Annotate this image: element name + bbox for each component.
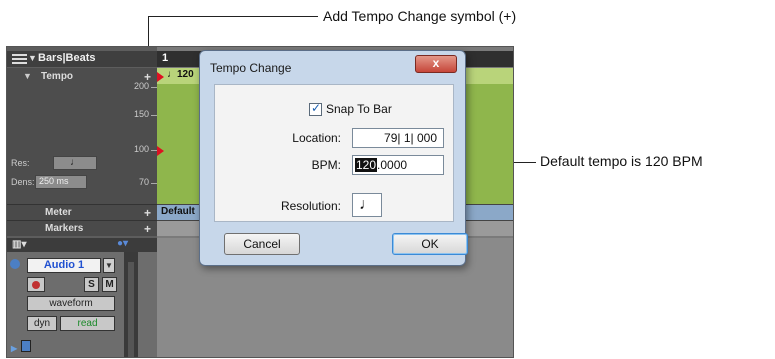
dialog-body: ✓ Snap To Bar Location: 79| 1| 000 BPM: … [214, 84, 454, 222]
tracks-menu-icon[interactable]: ▥▾ [12, 239, 26, 250]
ruler-menu-icon[interactable] [12, 54, 27, 64]
checkmark-icon: ✓ [311, 101, 322, 115]
resolution-note-button[interactable]: ♩ [352, 193, 382, 217]
add-marker-button[interactable]: + [144, 222, 151, 236]
dyn-button[interactable]: dyn [27, 316, 57, 331]
tempo-tick-100: 100 [133, 144, 149, 154]
snap-to-bar-label: Snap To Bar [326, 102, 392, 116]
default-tempo-callout-label: Default tempo is 120 BPM [540, 153, 703, 169]
res-label: Res: [11, 158, 30, 168]
add-tempo-callout-label: Add Tempo Change symbol (+) [323, 8, 517, 24]
bpm-selected-text: 120 [355, 158, 378, 172]
ruler-header: ▼ Bars|Beats [7, 51, 157, 67]
tempo-marker[interactable]: ♩120 [167, 69, 194, 80]
tempo-tick-70: 70 [138, 177, 149, 187]
tempo-ruler-header: ▼ Tempo + 200 150 100 70 Res: ♩ Dens: 25… [7, 68, 157, 204]
tempo-change-dialog: Tempo Change x ✓ Snap To Bar Location: 7… [199, 50, 468, 266]
meter-label: Meter [45, 207, 72, 218]
resolution-label: Resolution: [280, 199, 341, 213]
bpm-label: BPM: [311, 158, 341, 172]
bar-number: 1 [162, 52, 169, 64]
meter-ruler-header: Meter + [7, 204, 157, 220]
tempo-expand-icon[interactable]: ▼ [23, 71, 32, 81]
track-collapse-icon[interactable] [10, 259, 20, 269]
left-panel: ▼ Bars|Beats ▼ Tempo + 200 150 100 70 Re… [7, 47, 157, 357]
tempo-tick-200: 200 [133, 81, 149, 91]
input-monitor-icon[interactable] [21, 340, 31, 352]
add-tempo-callout-line-h [148, 16, 318, 17]
audio-track: Audio 1 ▼ S M waveform dyn read ▶ [7, 252, 157, 357]
record-enable-button[interactable] [27, 277, 45, 292]
clock-icon[interactable]: ●▾ [117, 238, 128, 249]
markers-ruler-header: Markers + [7, 220, 157, 236]
track-name-button[interactable]: Audio 1 [27, 258, 101, 273]
resolution-selector[interactable]: ♩ [53, 156, 97, 170]
markers-label: Markers [45, 223, 84, 234]
track-view-selector[interactable]: waveform [27, 296, 115, 311]
snap-to-bar-checkbox[interactable]: ✓ [309, 101, 322, 116]
insertion-marker-icon [157, 72, 164, 82]
ruler-label: Bars|Beats [38, 52, 96, 64]
ok-button[interactable]: OK [392, 233, 468, 255]
mute-button[interactable]: M [102, 277, 117, 292]
location-field[interactable]: 79| 1| 000 [352, 128, 444, 148]
tracks-header: ▥▾ ●▾ [7, 238, 157, 252]
tempo-tick-150: 150 [133, 109, 149, 119]
tempo-label: Tempo [41, 71, 74, 82]
bpm-decimal-text: .0000 [377, 158, 408, 172]
dialog-title: Tempo Change [210, 61, 292, 75]
close-button[interactable]: x [415, 55, 457, 73]
bpm-field[interactable]: 120.0000 [352, 155, 444, 175]
automation-mode-selector[interactable]: read [60, 316, 115, 331]
location-label: Location: [292, 131, 341, 145]
track-expand-icon[interactable]: ▶ [11, 344, 17, 353]
density-selector[interactable]: 250 ms [35, 175, 87, 189]
cancel-button[interactable]: Cancel [224, 233, 300, 255]
add-meter-change-button[interactable]: + [144, 206, 151, 220]
track-name-dropdown-icon[interactable]: ▼ [103, 258, 115, 273]
tempo-graph-marker-icon [157, 146, 164, 156]
solo-button[interactable]: S [84, 277, 99, 292]
ruler-expand-icon[interactable]: ▼ [28, 53, 37, 63]
dens-label: Dens: [11, 177, 35, 187]
meter-default-marker[interactable]: Default [161, 206, 195, 217]
track-level-meter [124, 252, 138, 357]
